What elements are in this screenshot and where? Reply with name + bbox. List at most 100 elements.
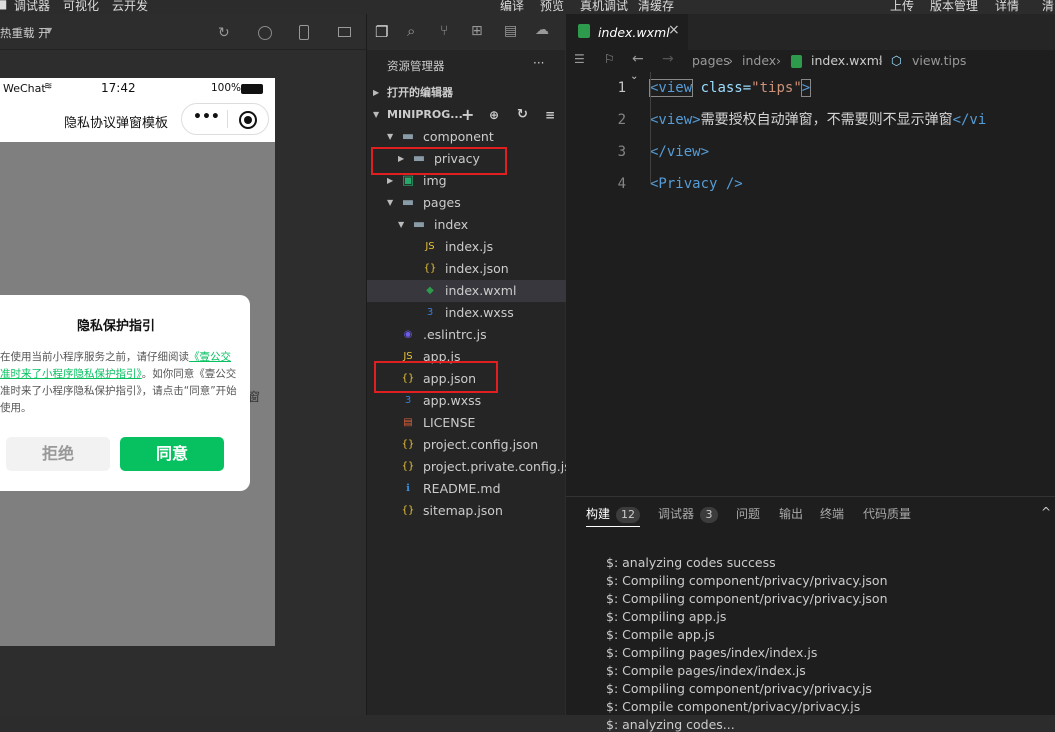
tree-item-label: .eslintrc.js xyxy=(423,327,487,342)
close-miniprogram-icon[interactable] xyxy=(239,111,257,129)
tree-item-app-wxss[interactable]: 3 app.wxss xyxy=(367,390,566,412)
wxml-icon xyxy=(791,55,802,68)
back-icon[interactable]: ← xyxy=(632,51,644,67)
tree-item-readme-md[interactable]: ℹ README.md xyxy=(367,478,566,500)
code-token: </view> xyxy=(650,144,710,160)
clear-button[interactable]: 清 xyxy=(1042,0,1054,14)
panel-tab[interactable]: 调试器 3 xyxy=(658,505,719,523)
code-text: <view>需要授权自动弹窗，不需要则不显示弹窗</vi xyxy=(650,104,986,136)
tab-index-wxml[interactable]: index.wxml × xyxy=(566,14,688,50)
line-number: 3 xyxy=(617,144,626,160)
chevron-right-icon: › xyxy=(728,53,733,68)
panel-tab[interactable]: 终端 xyxy=(820,505,844,522)
forward-icon[interactable]: → xyxy=(662,51,674,67)
code-line[interactable]: 1 <view class="tips"> xyxy=(566,72,1055,104)
modal-body-text: 在使用当前小程序服务之前，请仔细阅读 xyxy=(0,351,189,363)
chevron-down-icon[interactable]: ▼ xyxy=(398,214,404,236)
agree-button[interactable]: 同意 xyxy=(120,437,224,471)
open-editors-section[interactable]: ▶ 打开的编辑器 xyxy=(367,82,566,104)
reject-button[interactable]: 拒绝 xyxy=(6,437,110,471)
log-line: $: analyzing codes success xyxy=(606,555,776,570)
new-folder-icon[interactable]: ⊕ xyxy=(489,104,499,126)
project-section[interactable]: ▼ MINIPROG... + ⊕ ↻ ≡ xyxy=(367,104,566,126)
code-line[interactable]: 2 <view>需要授权自动弹窗，不需要则不显示弹窗</vi xyxy=(566,104,1055,136)
modal-title: 隐私保护指引 xyxy=(76,319,155,334)
tree-item-pages[interactable]: ▼ ▬ pages xyxy=(367,192,566,214)
tree-item-index[interactable]: ▼ ▬ index xyxy=(367,214,566,236)
capsule-button[interactable]: ••• xyxy=(181,103,269,135)
collapse-icon[interactable]: ≡ xyxy=(545,104,555,126)
code-line[interactable]: 3 </view> xyxy=(566,136,1055,168)
capsule-divider xyxy=(227,110,228,128)
tree-item-component[interactable]: ▼ ▬ component xyxy=(367,126,566,148)
battery-percent: 100% xyxy=(211,82,242,94)
crumb-element[interactable]: view.tips xyxy=(912,53,966,68)
license-icon: ▤ xyxy=(403,417,413,428)
tree-item-index-js[interactable]: JS index.js xyxy=(367,236,566,258)
panel-tab[interactable]: 代码质量 xyxy=(863,505,911,522)
crumb-file[interactable]: index.wxml xyxy=(811,53,882,68)
files-icon[interactable]: ❐ xyxy=(375,23,388,41)
compile-button[interactable]: 编译 xyxy=(500,0,524,14)
tree-item-index-wxss[interactable]: 3 index.wxss xyxy=(367,302,566,324)
window-icon[interactable] xyxy=(338,27,351,37)
privacy-modal: 隐私保护指引 在使用当前小程序服务之前，请仔细阅读《壹公交准时来了小程序隐私保护… xyxy=(0,295,250,491)
phone-icon[interactable] xyxy=(299,25,309,40)
crumb-index[interactable]: index xyxy=(742,53,776,68)
code-line[interactable]: 4 <Privacy /> xyxy=(566,168,1055,200)
search-icon[interactable]: ⌕ xyxy=(407,22,415,40)
code-token: </vi xyxy=(952,112,987,128)
extensions-icon[interactable]: ⊞ xyxy=(471,23,483,39)
panel-tab-label: 输出 xyxy=(779,507,804,521)
new-file-icon[interactable]: + xyxy=(461,104,474,126)
code-token: > xyxy=(800,79,812,97)
panel-tab-label: 问题 xyxy=(736,507,761,521)
refresh-icon[interactable]: ↻ xyxy=(218,25,230,41)
bookmark-icon[interactable]: ⚐ xyxy=(604,52,615,66)
list-icon[interactable]: ☰ xyxy=(574,52,585,66)
remote-debug-button[interactable]: 真机调试 xyxy=(580,0,628,14)
log-line: $: Compiling app.js xyxy=(606,609,727,624)
preview-button[interactable]: 预览 xyxy=(540,0,564,14)
eslint-icon: ◉ xyxy=(403,329,413,340)
chevron-down-icon[interactable]: ▼ xyxy=(387,192,393,214)
tree-item--eslintrc-js[interactable]: ◉ .eslintrc.js xyxy=(367,324,566,346)
git-icon[interactable]: ⑂ xyxy=(440,23,448,39)
indent-guide xyxy=(650,72,651,184)
stop-icon[interactable] xyxy=(258,26,272,40)
close-icon[interactable]: × xyxy=(668,22,680,38)
collapse-panel-icon[interactable]: ^ xyxy=(1041,505,1051,519)
more-actions-icon[interactable]: ··· xyxy=(533,56,544,70)
chevron-right-icon: › xyxy=(776,53,781,68)
menu-cloud[interactable]: 云开发 xyxy=(112,0,148,14)
more-icon[interactable]: ••• xyxy=(193,109,220,125)
code-token: <Privacy /> xyxy=(650,176,743,192)
menu-debugger[interactable]: 调试器 xyxy=(14,0,50,14)
tree-item-project-config-json[interactable]: {} project.config.json xyxy=(367,434,566,456)
crumb-pages[interactable]: pages xyxy=(692,53,730,68)
fold-chevron-icon[interactable]: ⌄ xyxy=(630,71,638,82)
details-button[interactable]: 详情 xyxy=(995,0,1019,14)
tree-item-label: project.private.config.js... xyxy=(423,459,583,474)
panel-tab[interactable]: 构建 12 xyxy=(586,505,641,527)
storage-icon[interactable]: ▤ xyxy=(504,23,517,39)
docker-icon[interactable]: ☁ xyxy=(535,22,549,38)
menu-visual[interactable]: 可视化 xyxy=(63,0,99,14)
tree-item-label: README.md xyxy=(423,481,501,496)
tree-item-index-wxml[interactable]: ◆ index.wxml xyxy=(367,280,566,302)
refresh-icon[interactable]: ↻ xyxy=(517,104,528,126)
panel-tab[interactable]: 问题 xyxy=(736,505,760,522)
tree-item-project-private-config-js[interactable]: {} project.private.config.js... xyxy=(367,456,583,478)
upload-button[interactable]: 上传 xyxy=(890,0,914,14)
tree-item-sitemap-json[interactable]: {} sitemap.json xyxy=(367,500,566,522)
clear-cache-button[interactable]: 清缓存 xyxy=(638,0,674,14)
panel-tab[interactable]: 输出 xyxy=(779,505,803,522)
chevron-down-icon[interactable]: ▼ xyxy=(46,26,52,35)
breadcrumb: ☰ ⚐ ← → pages › index › index.wxml › ⬡ v… xyxy=(566,50,1055,72)
version-button[interactable]: 版本管理 xyxy=(930,0,978,14)
tree-item-index-json[interactable]: {} index.json xyxy=(367,258,566,280)
tree-item-label: index.js xyxy=(445,239,494,254)
hot-reload-toggle[interactable]: 热重载 开 xyxy=(0,25,50,41)
chevron-down-icon[interactable]: ▼ xyxy=(387,126,393,148)
tree-item-license[interactable]: ▤ LICENSE xyxy=(367,412,566,434)
